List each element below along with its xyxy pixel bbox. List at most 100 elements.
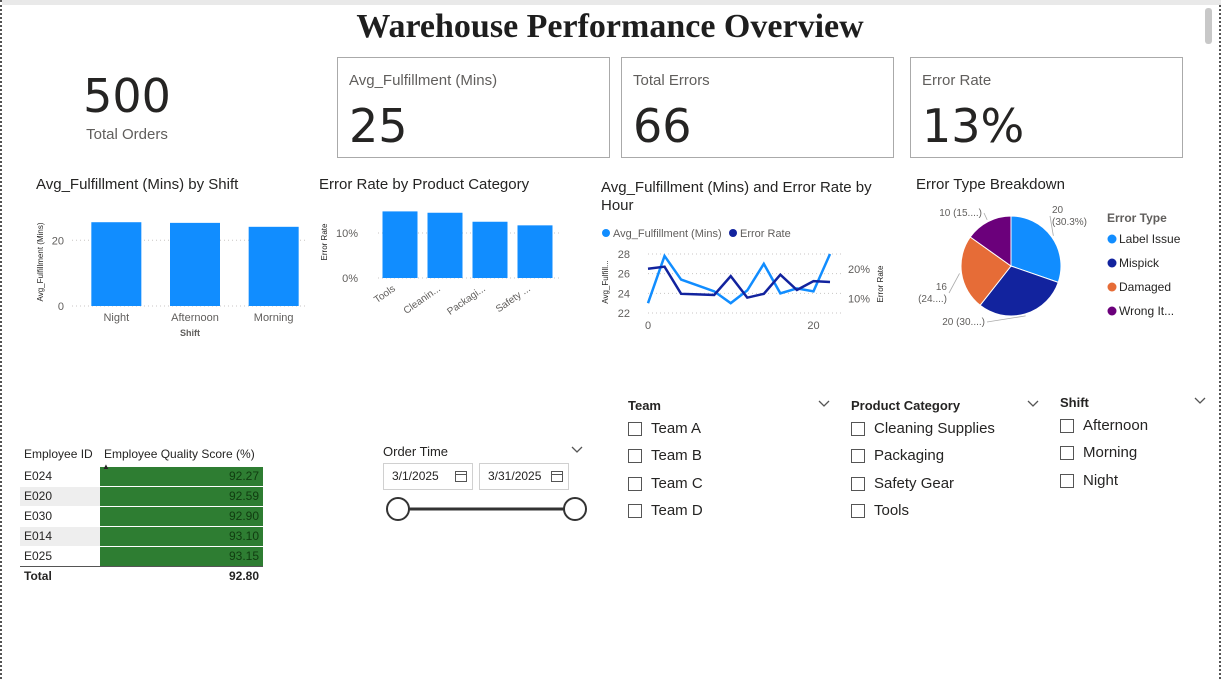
top-toolbar-strip: [2, 0, 1221, 5]
error-rate-card[interactable]: Error Rate 13%: [910, 57, 1183, 158]
category-option[interactable]: Safety Gear: [851, 474, 954, 494]
table-row[interactable]: E025 93.15: [20, 545, 263, 566]
employee-quality-table[interactable]: Employee ID Employee Quality Score (%) ▲…: [20, 442, 263, 586]
legend-label: Wrong It...: [1119, 304, 1174, 318]
team-option[interactable]: Team D: [628, 501, 703, 521]
x-tick-label: Packagi...: [445, 283, 487, 317]
checkbox[interactable]: [628, 477, 642, 491]
category-slicer-label: Product Category: [851, 398, 961, 413]
error-rate-value: 13%: [922, 99, 1025, 153]
order-time-label: Order Time: [383, 444, 449, 459]
category-bar-chart[interactable]: 0% 10% Tools Cleanin... Packagi... Safety ...…: [314, 200, 564, 325]
y-left-axis-label: Avg_Fulfill...: [601, 260, 610, 303]
y-axis-label: Error Rate: [320, 223, 329, 260]
pie-data-label: 16: [936, 282, 948, 293]
avg-fulfillment-value: 25: [349, 99, 408, 153]
checkbox[interactable]: [1060, 419, 1074, 433]
x-tick-label: Night: [103, 312, 129, 324]
vertical-scrollbar[interactable]: [1205, 8, 1212, 44]
slider-end-handle[interactable]: [563, 497, 587, 521]
checkbox[interactable]: [1060, 474, 1074, 488]
category-chevron-down-icon[interactable]: [1027, 400, 1039, 408]
checkbox[interactable]: [1060, 446, 1074, 460]
error-type-pie-chart[interactable]: 20(30.3%) 20 (30....) 16(24....) 10 (15....…: [910, 198, 1190, 338]
y-axis-label: Avg_Fulfillment (Mins): [36, 222, 45, 301]
calendar-icon[interactable]: [551, 471, 563, 482]
y-left-tick-label: 26: [618, 269, 630, 281]
calendar-icon[interactable]: [455, 471, 467, 482]
shift-option[interactable]: Afternoon: [1060, 416, 1148, 436]
quality-score-cell: 93.10: [100, 525, 263, 546]
total-orders-card[interactable]: 500 Total Orders: [42, 68, 212, 158]
x-tick-label: Morning: [254, 312, 294, 324]
shift-chevron-down-icon[interactable]: [1194, 397, 1206, 405]
team-chevron-down-icon[interactable]: [818, 400, 830, 408]
total-orders-label: Total Orders: [86, 126, 168, 143]
checkbox[interactable]: [851, 422, 865, 436]
hour-line-chart[interactable]: Avg_Fulfillment (Mins) Error Rate 22 24 26 28…: [598, 222, 893, 337]
checkbox[interactable]: [851, 449, 865, 463]
table-row[interactable]: E024 92.27: [20, 465, 263, 486]
table-row[interactable]: E030 92.90: [20, 505, 263, 526]
team-option[interactable]: Team B: [628, 446, 702, 466]
shift-option-label: Night: [1083, 472, 1119, 489]
shift-chart-title: Avg_Fulfillment (Mins) by Shift: [36, 176, 239, 193]
category-option[interactable]: Packaging: [851, 446, 944, 466]
table-row[interactable]: E020 92.59: [20, 485, 263, 506]
legend-label: Label Issue: [1119, 232, 1181, 246]
employee-id-cell: E014: [20, 525, 100, 546]
avg-fulfillment-card[interactable]: Avg_Fulfillment (Mins) 25: [337, 57, 610, 158]
slider-start-handle[interactable]: [386, 497, 410, 521]
legend-label: Avg_Fulfillment (Mins): [613, 228, 722, 240]
error-rate-label: Error Rate: [922, 72, 992, 89]
column-header-employee-id[interactable]: Employee ID: [20, 442, 100, 466]
checkbox[interactable]: [851, 477, 865, 491]
legend-label: Damaged: [1119, 280, 1171, 294]
y-left-tick-label: 28: [618, 249, 630, 261]
checkbox[interactable]: [851, 504, 865, 518]
date-range-slider[interactable]: [382, 495, 592, 525]
shift-bar-chart[interactable]: 0 20 Night Afternoon Morning Shift Avg_Fulfill…: [30, 200, 315, 345]
order-time-chevron-down-icon[interactable]: [571, 446, 583, 454]
checkbox[interactable]: [628, 449, 642, 463]
quality-score-cell: 92.27: [100, 465, 263, 486]
employee-id-cell: E024: [20, 465, 100, 486]
shift-option[interactable]: Morning: [1060, 443, 1137, 463]
team-option[interactable]: Team A: [628, 419, 701, 439]
bar-night: [91, 222, 142, 306]
pie-data-label: 20 (30....): [942, 317, 985, 328]
team-option[interactable]: Team C: [628, 474, 703, 494]
total-errors-card[interactable]: Total Errors 66: [621, 57, 894, 158]
bar-category: [427, 212, 463, 278]
category-option-label: Cleaning Supplies: [874, 420, 995, 437]
total-orders-value: 500: [83, 69, 171, 123]
y-left-tick-label: 22: [618, 308, 630, 320]
employee-id-cell: E030: [20, 505, 100, 526]
x-tick-label: 0: [645, 320, 651, 332]
checkbox[interactable]: [628, 504, 642, 518]
table-row[interactable]: E014 93.10: [20, 525, 263, 546]
category-option-label: Tools: [874, 502, 910, 519]
checkbox[interactable]: [628, 422, 642, 436]
legend-marker: [1107, 258, 1117, 268]
x-tick-label: Cleanin...: [402, 283, 443, 316]
hour-chart-title-line1: Avg_Fulfillment (Mins) and Error Rate by: [601, 179, 872, 196]
quality-score-cell: 92.59: [100, 485, 263, 506]
shift-option[interactable]: Night: [1060, 471, 1118, 491]
y-left-tick-label: 24: [618, 288, 630, 300]
end-date-input[interactable]: 3/31/2025: [479, 463, 569, 490]
category-option-label: Safety Gear: [874, 475, 955, 492]
start-date-input[interactable]: 3/1/2025: [383, 463, 473, 490]
legend-label: Error Rate: [740, 228, 791, 240]
pie-data-label: 10 (15....): [939, 208, 982, 219]
x-tick-label: Tools: [372, 283, 397, 305]
total-errors-label: Total Errors: [633, 72, 710, 89]
category-option[interactable]: Cleaning Supplies: [851, 419, 995, 439]
category-option[interactable]: Tools: [851, 501, 909, 521]
quality-score-cell: 93.15: [100, 545, 263, 566]
total-value-cell: 92.80: [100, 565, 263, 586]
column-header-quality-score[interactable]: Employee Quality Score (%) ▲: [100, 442, 263, 471]
pie-data-label: (24....): [918, 294, 947, 305]
leader-line: [986, 315, 1026, 323]
category-chart-title: Error Rate by Product Category: [319, 176, 530, 193]
